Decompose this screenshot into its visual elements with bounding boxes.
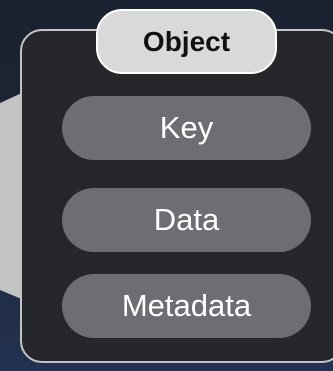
object-title: Object bbox=[96, 9, 277, 74]
field-metadata: Metadata bbox=[62, 274, 311, 338]
field-key: Key bbox=[62, 96, 311, 160]
field-data: Data bbox=[62, 188, 311, 252]
